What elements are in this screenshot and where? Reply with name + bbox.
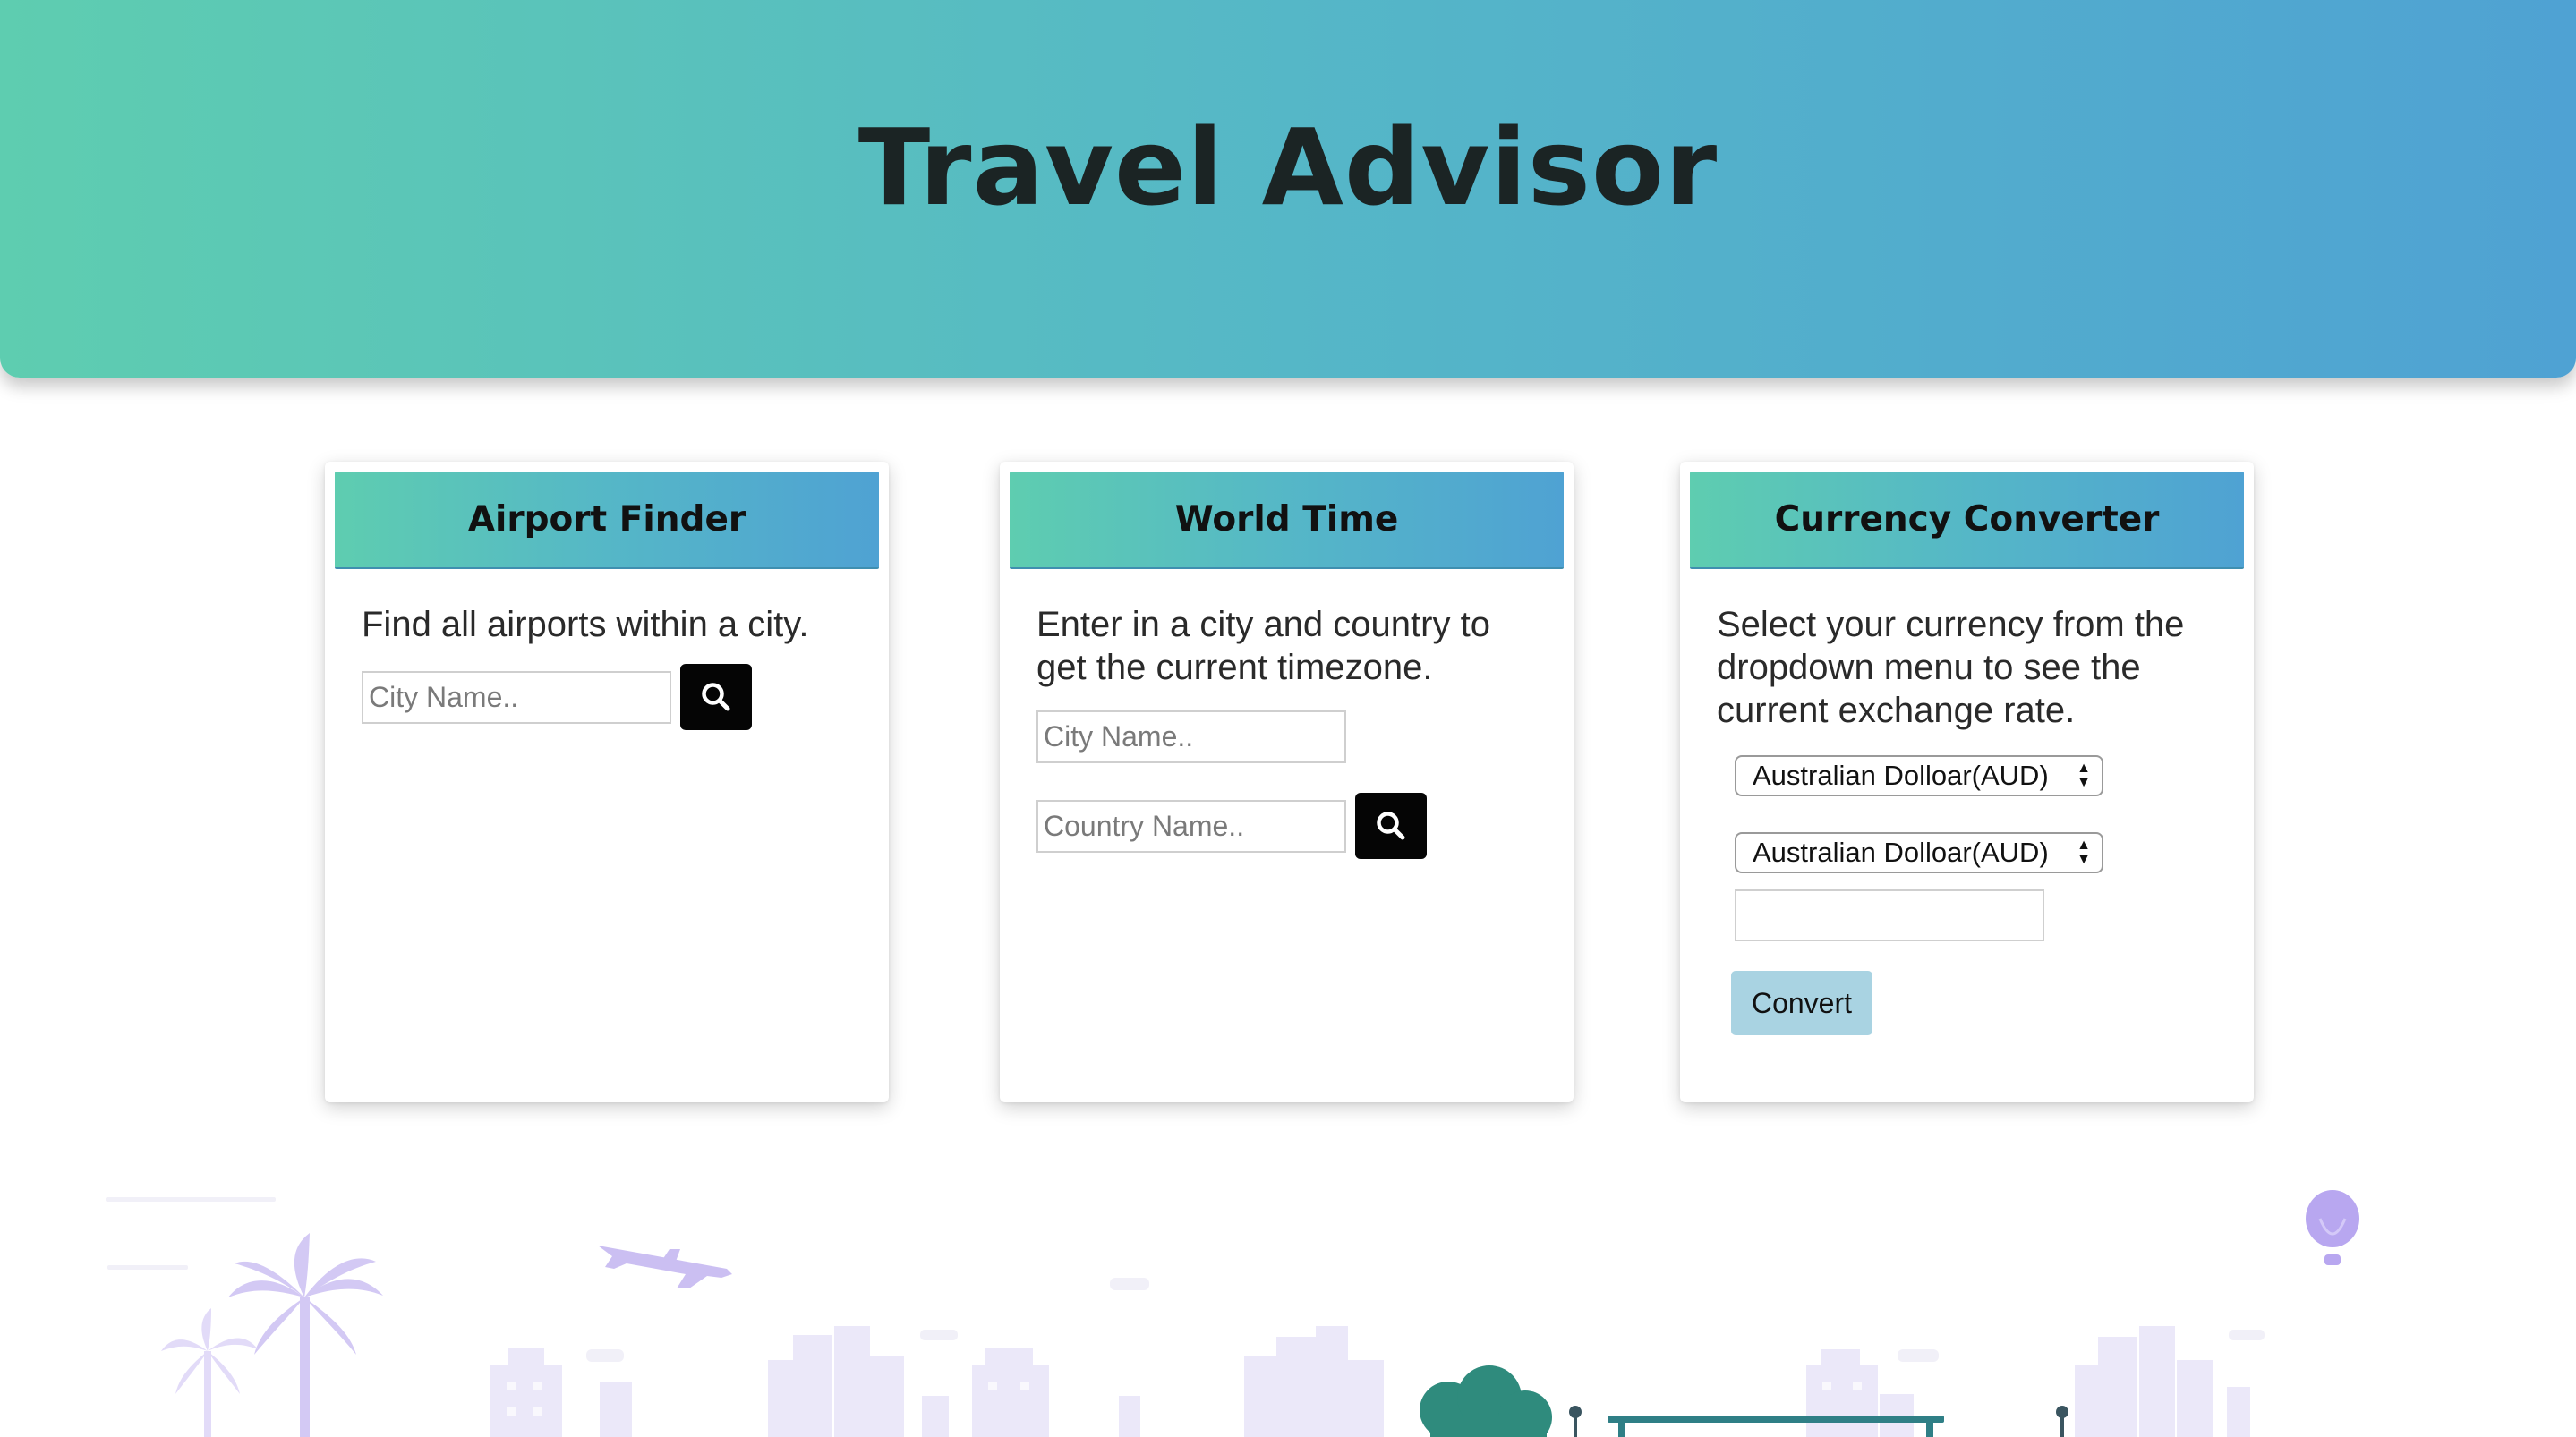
cloud-streaks — [106, 1197, 2265, 1362]
to-currency-select[interactable]: Australian Dolloar(AUD) ▲ ▼ — [1735, 832, 2103, 873]
airport-finder-title: Airport Finder — [335, 472, 879, 569]
convert-button[interactable]: Convert — [1731, 971, 1872, 1035]
airport-finder-card: Airport Finder Find all airports within … — [325, 462, 889, 1102]
skyline-illustration — [106, 1190, 2359, 1437]
select-arrows-icon: ▲ ▼ — [2077, 761, 2091, 790]
hot-air-balloon-icon — [2306, 1190, 2359, 1265]
world-time-city-input[interactable] — [1036, 710, 1346, 763]
city-illustration — [0, 1163, 2576, 1437]
palm-trees — [161, 1233, 383, 1437]
currency-converter-body: Select your currency from the dropdown m… — [1690, 569, 2244, 1035]
page-title: Travel Advisor — [857, 106, 1719, 229]
airport-finder-body: Find all airports within a city. — [335, 569, 879, 730]
currency-converter-title: Currency Converter — [1690, 472, 2244, 569]
currency-converter-card: Currency Converter Select your currency … — [1680, 462, 2254, 1102]
from-currency-value: Australian Dolloar(AUD) — [1753, 760, 2049, 791]
airport-finder-description: Find all airports within a city. — [362, 605, 809, 644]
select-arrows-icon: ▲ ▼ — [2077, 838, 2091, 867]
world-time-country-input[interactable] — [1036, 799, 1346, 853]
airplane-icon — [598, 1246, 732, 1288]
world-time-title: World Time — [1010, 472, 1564, 569]
buildings — [490, 1326, 2250, 1437]
world-time-card: World Time Enter in a city and country t… — [1000, 462, 1574, 1102]
from-currency-select[interactable]: Australian Dolloar(AUD) ▲ ▼ — [1735, 755, 2103, 796]
currency-converter-description: Select your currency from the dropdown m… — [1717, 605, 2185, 730]
to-currency-value: Australian Dolloar(AUD) — [1753, 837, 2049, 868]
world-time-description: Enter in a city and country to get the c… — [1036, 605, 1490, 687]
airport-search-row — [362, 664, 852, 730]
world-time-search-button[interactable] — [1355, 793, 1427, 859]
bush — [1420, 1365, 1552, 1437]
search-icon — [1377, 812, 1405, 840]
header-banner: Travel Advisor — [0, 0, 2576, 378]
airport-search-button[interactable] — [680, 664, 752, 730]
search-icon — [702, 683, 730, 711]
world-time-search-row — [1036, 793, 1537, 859]
world-time-body: Enter in a city and country to get the c… — [1010, 569, 1564, 859]
amount-input[interactable] — [1735, 889, 2044, 941]
airport-city-input[interactable] — [362, 670, 671, 724]
